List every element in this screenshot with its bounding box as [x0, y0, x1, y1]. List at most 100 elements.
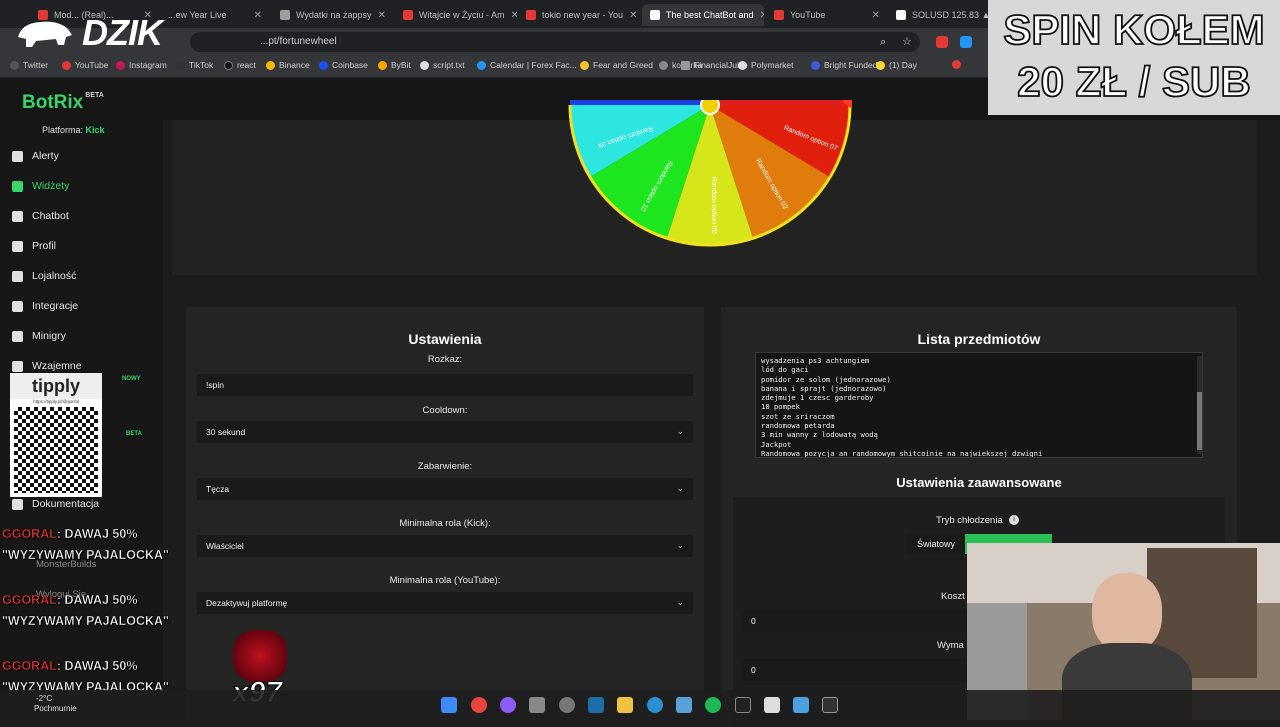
- botrix-logo[interactable]: BotRix BETA: [22, 92, 104, 114]
- chrome-icon[interactable]: [471, 697, 487, 713]
- bookmark[interactable]: Polymarket: [738, 60, 794, 70]
- app-icon[interactable]: [735, 697, 751, 713]
- browser-tab[interactable]: YouTube ✕: [766, 4, 888, 26]
- bookmark[interactable]: (1) Day: [876, 60, 917, 70]
- bookmark[interactable]: Fear and Greed: [580, 60, 653, 70]
- grid-icon: [12, 180, 23, 192]
- close-icon[interactable]: ✕: [511, 10, 517, 21]
- bookmark[interactable]: react: [224, 60, 256, 70]
- color-select[interactable]: Tęcza ⌄: [197, 478, 693, 500]
- browser-tab[interactable]: Wydatki na żappsy ✕: [272, 4, 394, 26]
- command-input[interactable]: !spin: [197, 374, 693, 396]
- sidebar-item-integracje[interactable]: Integracje: [12, 296, 78, 316]
- discord-icon[interactable]: [500, 697, 516, 713]
- robot-icon: [12, 210, 23, 222]
- items-scrollbar-thumb[interactable]: [1197, 392, 1202, 450]
- browser-tab[interactable]: Witajcie w Życiu - Am ✕: [395, 4, 517, 26]
- app-icon[interactable]: [529, 697, 545, 713]
- sidebar-item-lojalnosc[interactable]: Lojalność: [12, 266, 76, 286]
- fortune-wheel[interactable]: Random option 09 Random option 10 Random…: [567, 100, 857, 270]
- bookmark[interactable]: Binance: [266, 60, 310, 70]
- star-icon[interactable]: ☆: [902, 35, 912, 48]
- spin-line-1: SPIN KOŁEM: [1002, 5, 1265, 54]
- minrole-yt-select[interactable]: Dezaktywuj platformę ⌄: [197, 592, 693, 614]
- sidebar-item-alerty[interactable]: Alerty: [12, 146, 59, 166]
- folder-icon[interactable]: [617, 697, 633, 713]
- bookmark[interactable]: script.txt: [420, 60, 465, 70]
- color-label: Zabarwienie:: [417, 461, 473, 472]
- required-label: Wyma: [937, 640, 964, 651]
- mode-global-button[interactable]: Światowy: [907, 534, 965, 554]
- windows-taskbar: -2°C Pochmurnie: [0, 690, 1280, 720]
- spin-promo-box: SPIN KOŁEM 20 ZŁ / SUB: [988, 0, 1280, 115]
- spin-line-2: 20 ZŁ / SUB: [1016, 57, 1251, 106]
- info-icon[interactable]: i: [1009, 515, 1019, 525]
- bell-icon: [12, 150, 23, 162]
- url-field[interactable]: ...pt/fortunewheel: [190, 32, 920, 52]
- weather-temp: -2°C: [36, 694, 53, 703]
- gamepad-icon: [12, 330, 23, 342]
- botrix-icon: [650, 10, 660, 20]
- sidebar-item-widzety[interactable]: Widżety: [12, 176, 69, 196]
- sidebar-item-minigry[interactable]: Minigry: [12, 326, 66, 346]
- cooldown-select[interactable]: 30 sekund ⌄: [197, 421, 693, 443]
- browser-tab-active[interactable]: The best ChatBot and ✕: [642, 4, 764, 26]
- bookmark[interactable]: YouTube: [62, 60, 108, 70]
- wheel-preview-panel: Random option 09 Random option 10 Random…: [172, 100, 1257, 275]
- advanced-title: Ustawienia zaawansowane: [896, 475, 1062, 490]
- command-label: Rozkaz:: [427, 354, 463, 365]
- chevron-down-icon: ⌄: [676, 426, 684, 436]
- extension-icon[interactable]: [960, 36, 972, 48]
- chevron-down-icon: ⌄: [676, 597, 684, 607]
- beta-badge: BETA: [126, 431, 142, 437]
- bookmark[interactable]: [952, 60, 965, 69]
- minrole-kick-label: Minimalna rola (Kick):: [399, 518, 491, 529]
- bookmark[interactable]: Bright Funded: [811, 60, 877, 70]
- extension-icon[interactable]: [936, 36, 948, 48]
- cost-input[interactable]: 0: [742, 610, 967, 632]
- browser-tab[interactable]: tokio new year - You ✕: [518, 4, 640, 26]
- platform-indicator: Platforma: Kick: [42, 125, 105, 135]
- app-icon[interactable]: [647, 697, 663, 713]
- photos-icon[interactable]: [793, 697, 809, 713]
- bookmark[interactable]: ByBit: [378, 60, 411, 70]
- chat-message: GGORAL: DAWAJ 50% "WYZYWAMY PAJALOCKA": [2, 593, 169, 628]
- youtube-icon: [526, 10, 536, 20]
- windows-start-icon[interactable]: [441, 697, 457, 713]
- browser-tab[interactable]: ...ew Year Live ✕: [160, 4, 270, 26]
- close-icon[interactable]: ✕: [760, 10, 764, 21]
- spotify-icon[interactable]: [705, 697, 721, 713]
- minrole-yt-label: Minimalna rola (YouTube):: [389, 575, 501, 586]
- tipply-url: https://tipply.pl/@gorral: [33, 399, 79, 404]
- notepad-icon[interactable]: [764, 697, 780, 713]
- bookmark[interactable]: Instagram: [116, 60, 167, 70]
- items-title: Lista przedmiotów: [917, 331, 1041, 347]
- close-icon[interactable]: ✕: [254, 10, 262, 21]
- bookmark[interactable]: Calendar | Forex Fac...: [477, 60, 577, 70]
- bookmark[interactable]: Twitter: [10, 60, 48, 70]
- required-input[interactable]: 0: [742, 659, 967, 681]
- bookmark[interactable]: TikTok: [176, 60, 213, 70]
- tipply-qr-card: tipply https://tipply.pl/@gorral: [10, 373, 102, 497]
- sidebar-item-profil[interactable]: Profil: [12, 236, 56, 256]
- terminal-icon[interactable]: [822, 697, 838, 713]
- combo-emote-icon: [233, 630, 287, 682]
- items-textarea[interactable]: wysadzenia ps3 achtungiem lód do gaci pomi…: [755, 352, 1203, 458]
- close-icon[interactable]: ✕: [629, 10, 637, 21]
- app-icon[interactable]: [676, 697, 692, 713]
- close-icon[interactable]: ✕: [872, 10, 880, 21]
- minrole-kick-select[interactable]: Właściciel ⌄: [197, 535, 693, 557]
- dzik-brand-logo: DZIK: [14, 10, 163, 56]
- steam-icon[interactable]: [588, 697, 604, 713]
- sidebar-item-chatbot[interactable]: Chatbot: [12, 206, 69, 226]
- trophy-icon: [12, 270, 23, 282]
- app-icon[interactable]: [559, 697, 575, 713]
- close-icon[interactable]: ✕: [378, 10, 386, 21]
- bookmark[interactable]: Coinbase: [319, 60, 368, 70]
- globe-icon: [280, 10, 290, 20]
- book-icon: [12, 498, 23, 510]
- sidebar-item-dokumentacja[interactable]: Dokumentacja: [12, 494, 99, 514]
- zoom-icon[interactable]: ⌕: [880, 36, 886, 49]
- cooldown-mode-label: Tryb chłodzenia: [936, 515, 1003, 526]
- browser-tab[interactable]: SOLUSD 125.83 ▲: [888, 4, 988, 26]
